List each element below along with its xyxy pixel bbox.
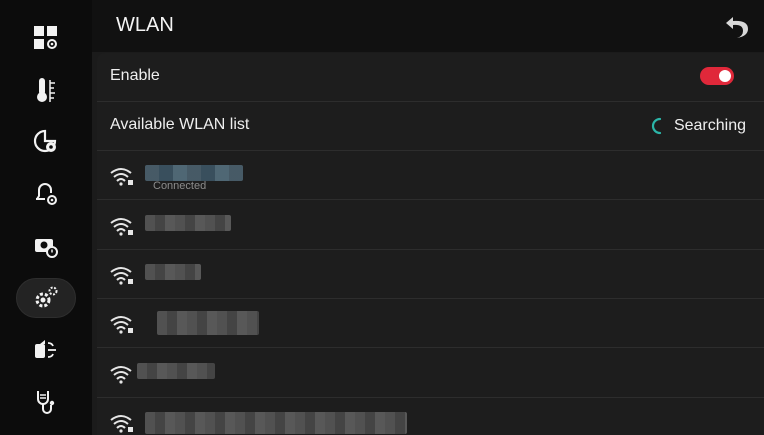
available-wlan-header-row: Available WLAN list Searching [97,102,764,151]
wifi-lock-icon [110,168,133,186]
dashboard-settings-icon [34,26,57,49]
stethoscope-icon [37,391,55,414]
sidebar-item-stethoscope[interactable] [16,382,76,422]
network-name-redacted [145,215,231,231]
sidebar-item-alarm[interactable] [16,174,76,214]
wlan-list-item[interactable] [97,250,764,299]
sidebar-item-temperature[interactable] [16,70,76,110]
wifi-lock-icon [110,415,133,433]
transmission-icon [35,340,56,358]
enable-toggle[interactable] [700,67,734,85]
network-name-redacted [145,412,407,434]
enable-row: Enable [97,53,764,102]
gear-icon [35,286,58,308]
wlan-list-item[interactable]: Connected [97,151,764,200]
available-wlan-label: Available WLAN list [110,116,250,133]
enable-label: Enable [110,67,160,84]
page-title: WLAN [116,14,174,36]
wifi-lock-icon [110,316,133,334]
loading-spinner-icon [651,117,662,135]
wlan-list-item[interactable] [97,398,764,435]
alarm-settings-icon [36,183,57,205]
network-name-redacted [145,165,243,181]
wifi-icon [110,366,132,384]
wlan-settings-panel: Enable Available WLAN list Searching Con… [97,53,764,435]
sidebar-item-settings[interactable] [16,278,76,318]
chart-settings-icon [33,129,57,153]
thermometer-icon [37,78,55,102]
wifi-lock-icon [110,267,133,285]
searching-label: Searching [673,117,746,134]
back-arrow-icon [726,17,748,38]
network-status: Connected [153,180,207,192]
toggle-knob [719,70,731,82]
sidebar [0,0,92,435]
wifi-lock-icon [110,218,133,236]
back-button[interactable] [720,10,754,44]
network-name-redacted [157,311,259,335]
header-bar: WLAN [92,0,764,52]
network-name-redacted [145,264,201,280]
wlan-list-item[interactable] [97,299,764,348]
sidebar-item-dashboard[interactable] [16,18,76,58]
wlan-list-item[interactable] [97,349,764,398]
sidebar-item-camera-timer[interactable] [16,226,76,266]
wlan-list-item[interactable] [97,201,764,250]
sidebar-item-transmission[interactable] [16,330,76,370]
camera-timer-icon [35,239,58,258]
app-window: WLAN Enable Available WLAN list Searchin… [0,0,764,435]
search-status: Searching [648,116,746,136]
sidebar-item-chart-settings[interactable] [16,122,76,162]
network-name-redacted [137,363,215,379]
